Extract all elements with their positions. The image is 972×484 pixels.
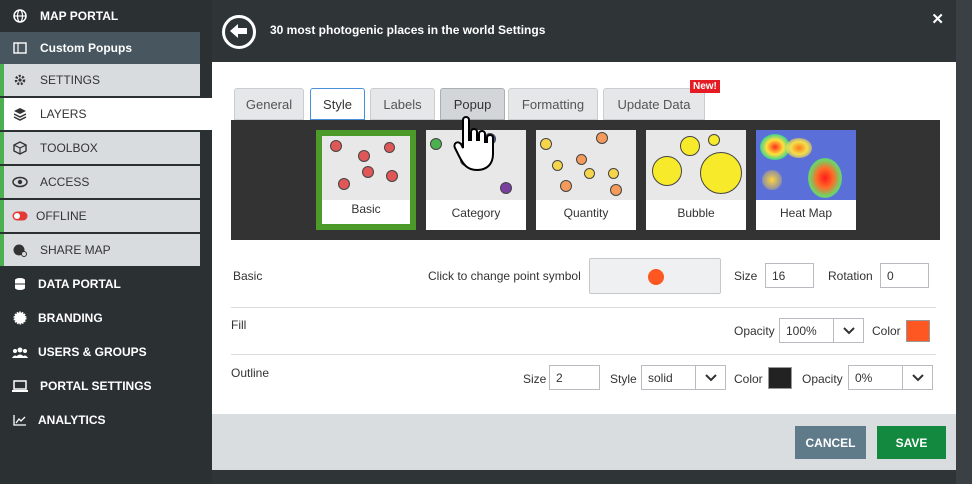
- outline-label: Outline: [231, 366, 270, 380]
- style-card-quantity[interactable]: Quantity: [536, 130, 636, 230]
- chart-icon: [10, 410, 30, 430]
- sidebar-item-portal-settings[interactable]: PORTAL SETTINGS: [0, 370, 200, 402]
- fill-label: Fill: [231, 318, 247, 332]
- laptop-icon: [10, 376, 30, 396]
- box-icon: [10, 138, 30, 158]
- fill-color-label: Color: [872, 324, 901, 338]
- sidebar-item-label: BRANDING: [38, 311, 103, 325]
- size-label: Size: [734, 269, 758, 283]
- map-icon: [10, 38, 30, 58]
- outline-color-label: Color: [734, 372, 763, 386]
- sidebar-item-label: ANALYTICS: [38, 413, 106, 427]
- tab-formatting[interactable]: Formatting: [508, 88, 598, 120]
- cancel-button[interactable]: CANCEL: [795, 426, 866, 459]
- tab-style[interactable]: Style: [310, 88, 365, 120]
- share-globe-icon: [10, 240, 30, 260]
- badge-icon: [10, 308, 30, 328]
- arrow-left-icon: [230, 23, 248, 42]
- toggle-icon: [10, 206, 30, 226]
- close-icon[interactable]: ✕: [931, 10, 944, 28]
- back-button[interactable]: [222, 15, 256, 49]
- sidebar-item-branding[interactable]: BRANDING: [0, 302, 200, 334]
- sidebar-item-layers[interactable]: LAYERS: [0, 98, 212, 130]
- sidebar-item-label: OFFLINE: [36, 209, 87, 223]
- sidebar-item-label: MAP PORTAL: [40, 9, 119, 23]
- basic-thumbnail: [322, 136, 410, 200]
- sidebar-item-share-map[interactable]: SHARE MAP: [0, 234, 200, 266]
- sidebar-item-label: USERS & GROUPS: [38, 345, 147, 359]
- sidebar-item-settings[interactable]: SETTINGS: [0, 64, 200, 96]
- sidebar-item-label: DATA PORTAL: [38, 277, 121, 291]
- divider: [231, 307, 936, 308]
- fill-opacity-select[interactable]: 100%: [779, 318, 864, 343]
- style-card-basic[interactable]: Basic: [316, 130, 416, 230]
- outline-size-input[interactable]: 2: [549, 365, 600, 390]
- modal-header: 30 most photogenic places in the world S…: [212, 0, 956, 62]
- chevron-down-icon: [695, 366, 725, 389]
- sidebar-item-map-portal[interactable]: MAP PORTAL: [0, 0, 200, 32]
- sidebar-item-label: Custom Popups: [40, 41, 132, 55]
- new-badge: New!: [690, 80, 720, 93]
- database-icon: [10, 274, 30, 294]
- fill-opacity-label: Opacity: [734, 324, 775, 338]
- outline-style-label: Style: [610, 372, 637, 386]
- heat-map-thumbnail: [756, 130, 856, 200]
- change-symbol-label: Click to change point symbol: [428, 269, 581, 283]
- tab-labels[interactable]: Labels: [370, 88, 435, 120]
- sidebar-item-label: SETTINGS: [40, 73, 101, 87]
- modal-footer: CANCEL SAVE: [212, 414, 956, 470]
- sidebar-item-custom-popups[interactable]: Custom Popups: [0, 32, 200, 64]
- quantity-thumbnail: [536, 130, 636, 200]
- eye-icon: [10, 172, 30, 192]
- sidebar: MAP PORTAL Custom Popups SETTINGS LAYERS…: [0, 0, 212, 484]
- style-card-label: Basic: [351, 202, 381, 216]
- globe-icon: [10, 6, 30, 26]
- sidebar-item-offline[interactable]: OFFLINE: [0, 200, 200, 232]
- sidebar-item-access[interactable]: ACCESS: [0, 166, 200, 198]
- style-card-label: Bubble: [677, 206, 715, 220]
- sidebar-item-users-groups[interactable]: USERS & GROUPS: [0, 336, 200, 368]
- style-card-label: Category: [451, 206, 501, 220]
- bubble-thumbnail: [646, 130, 746, 200]
- style-picker: Basic Category Quantity Bubble Heat Map: [231, 116, 940, 240]
- chevron-down-icon: [833, 319, 863, 342]
- rotation-label: Rotation: [828, 269, 873, 283]
- rotation-input[interactable]: 0: [880, 263, 929, 288]
- gear-icon: [10, 70, 30, 90]
- style-card-label: Heat Map: [779, 206, 833, 220]
- divider: [231, 354, 936, 355]
- sidebar-item-label: LAYERS: [40, 107, 87, 121]
- point-symbol-button[interactable]: [589, 258, 721, 294]
- basic-label: Basic: [233, 269, 263, 283]
- outline-style-select[interactable]: solid: [641, 365, 726, 390]
- size-input[interactable]: 16: [765, 263, 814, 288]
- save-button[interactable]: SAVE: [877, 426, 946, 459]
- sidebar-item-toolbox[interactable]: TOOLBOX: [0, 132, 200, 164]
- sidebar-item-label: ACCESS: [40, 175, 90, 189]
- outline-color-swatch[interactable]: [768, 367, 792, 389]
- users-icon: [10, 342, 30, 362]
- settings-modal: 30 most photogenic places in the world S…: [212, 0, 956, 470]
- outline-opacity-select[interactable]: 0%: [848, 365, 933, 390]
- modal-title: 30 most photogenic places in the world S…: [270, 23, 546, 37]
- background-map: [956, 0, 972, 484]
- tab-general[interactable]: General: [234, 88, 304, 120]
- point-symbol-preview: [648, 269, 664, 285]
- sidebar-item-label: PORTAL SETTINGS: [40, 379, 152, 393]
- fill-color-swatch[interactable]: [906, 320, 930, 342]
- hand-cursor-icon: [453, 114, 505, 177]
- sidebar-item-data-portal[interactable]: DATA PORTAL: [0, 268, 200, 300]
- sidebar-item-analytics[interactable]: ANALYTICS: [0, 404, 200, 436]
- style-card-heat-map[interactable]: Heat Map: [756, 130, 856, 230]
- sidebar-item-label: TOOLBOX: [40, 141, 98, 155]
- style-card-label: Quantity: [563, 206, 609, 220]
- style-card-bubble[interactable]: Bubble: [646, 130, 746, 230]
- layers-icon: [10, 104, 30, 124]
- outline-opacity-label: Opacity: [802, 372, 843, 386]
- chevron-down-icon: [902, 366, 932, 389]
- sidebar-item-label: SHARE MAP: [40, 243, 111, 257]
- outline-size-label: Size: [523, 372, 547, 386]
